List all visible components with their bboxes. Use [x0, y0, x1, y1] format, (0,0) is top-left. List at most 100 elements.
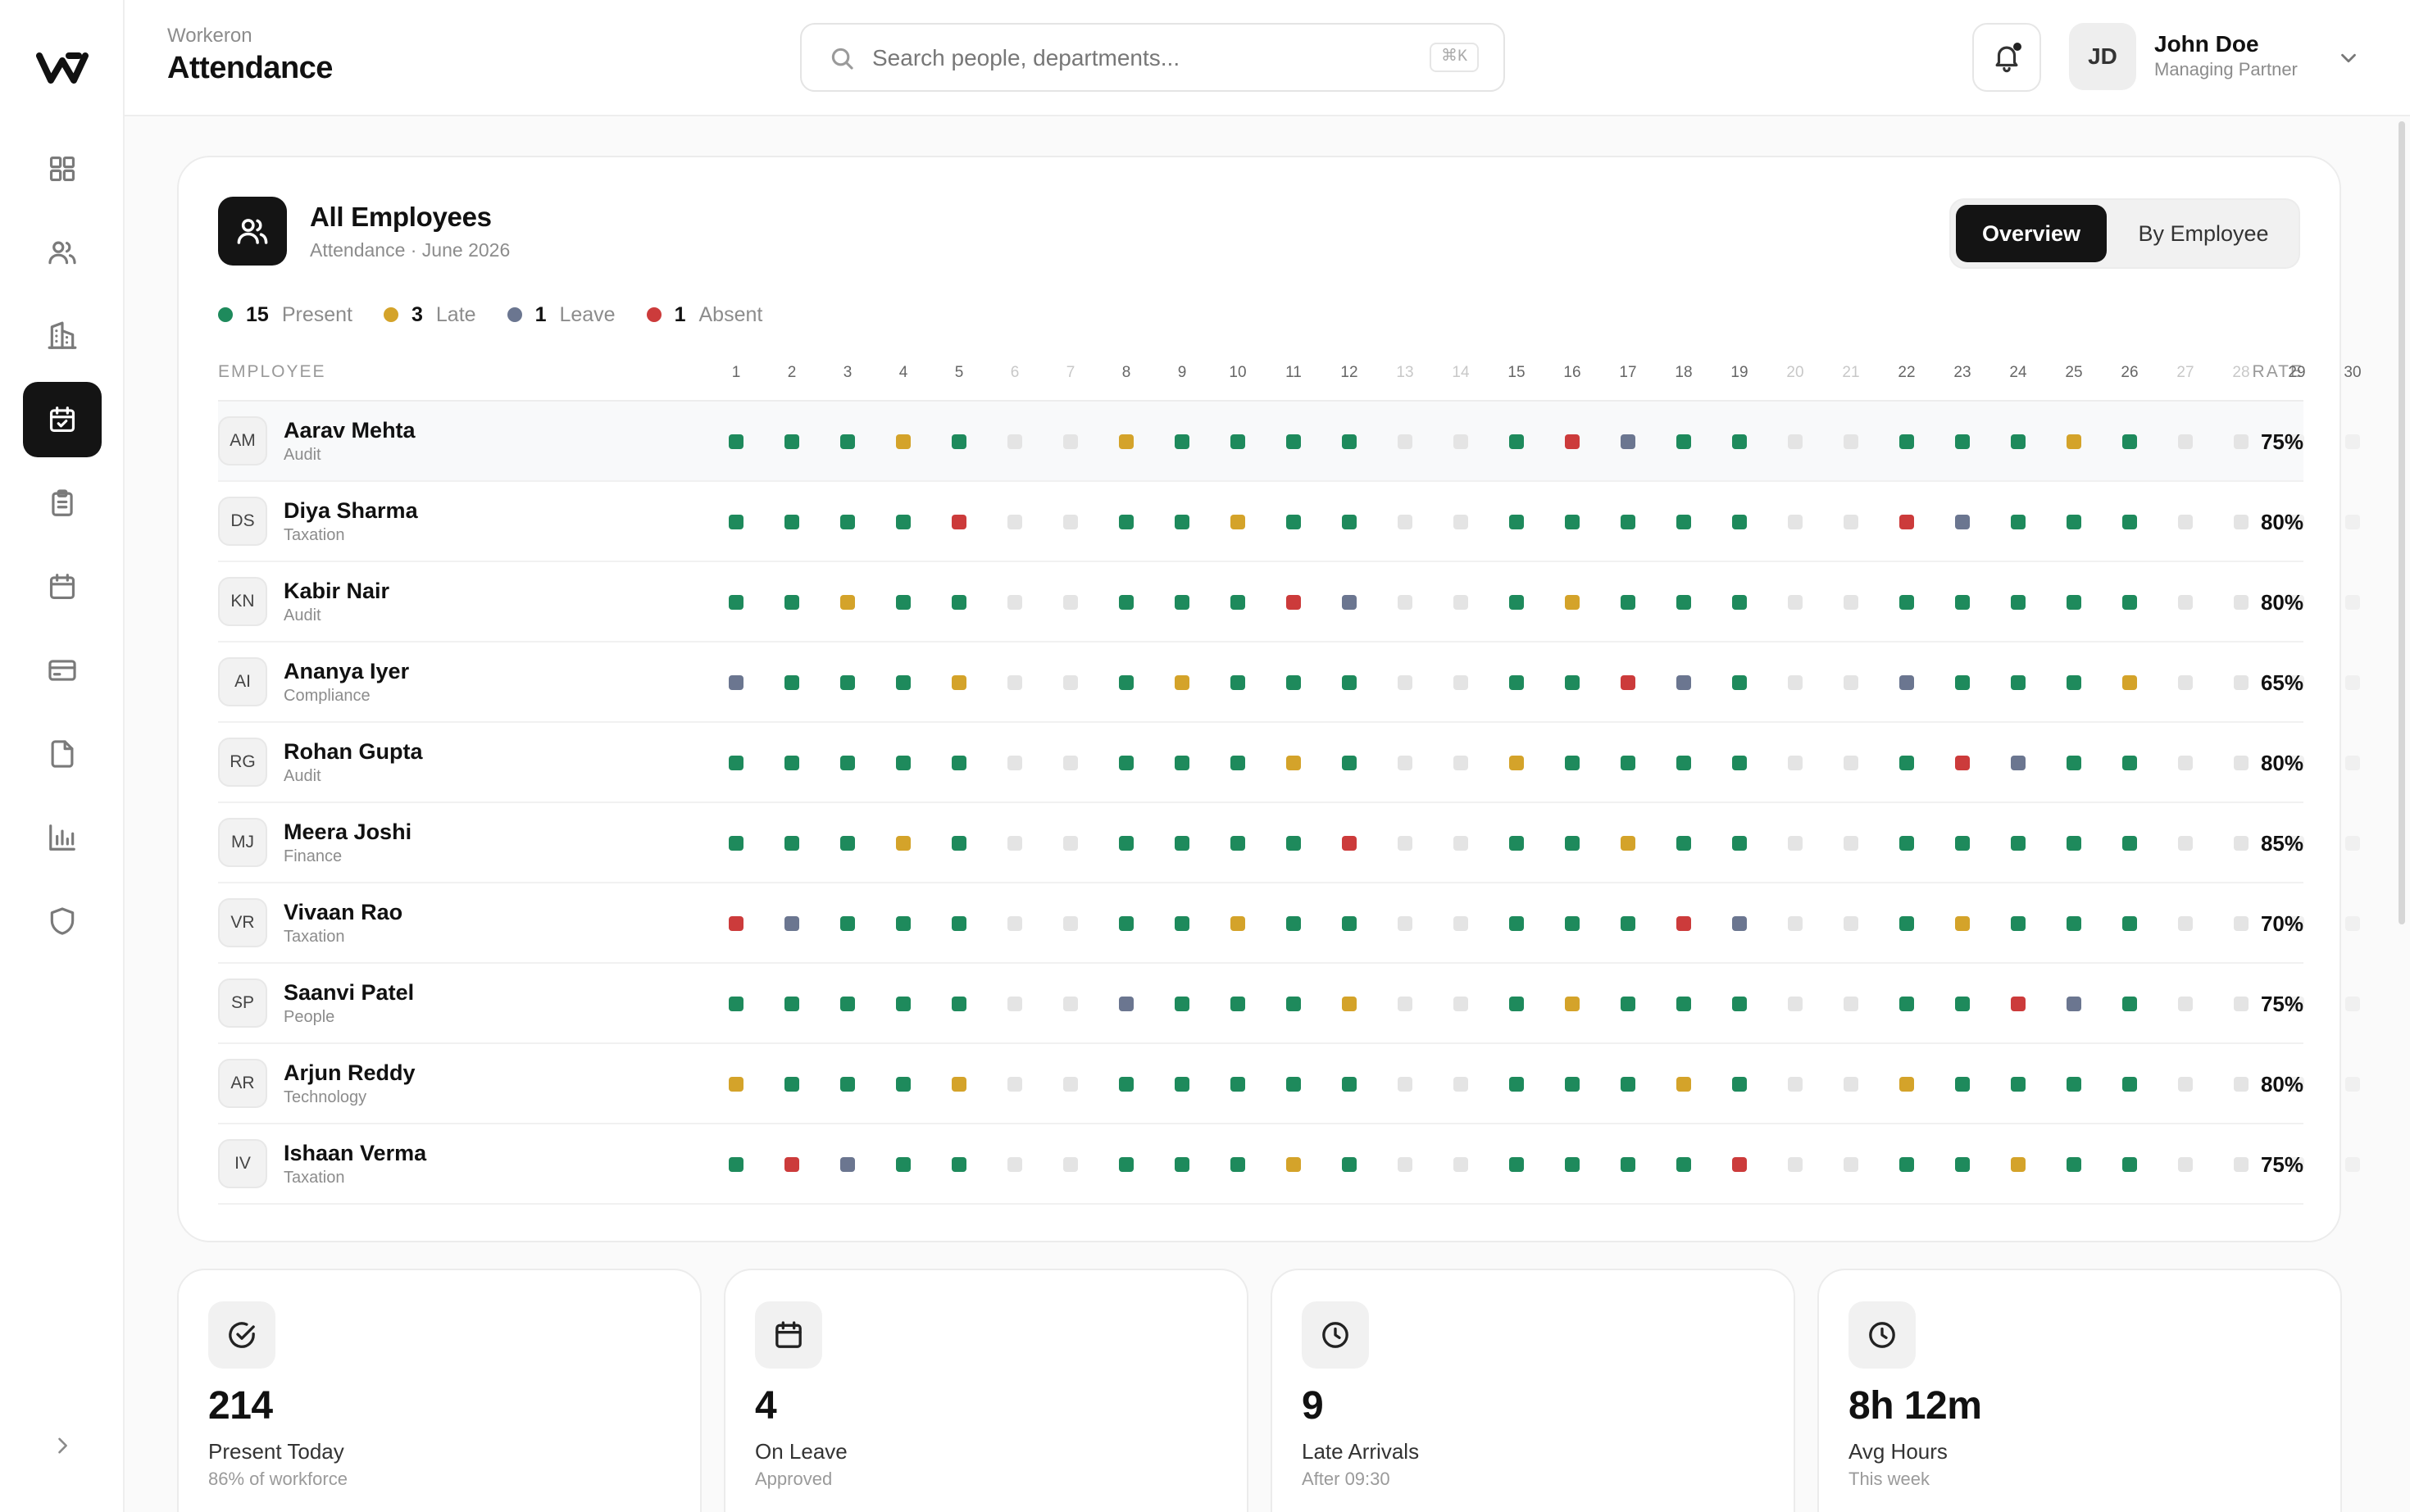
attendance-cell-day-20[interactable]: [1788, 515, 1803, 529]
attendance-cell-day-21[interactable]: [1844, 595, 1858, 610]
attendance-cell-day-15[interactable]: [1509, 1077, 1524, 1092]
attendance-cell-day-9[interactable]: [1175, 675, 1189, 690]
attendance-cell-day-14[interactable]: [1453, 1157, 1468, 1172]
attendance-cell-day-26[interactable]: [2122, 434, 2137, 449]
attendance-cell-day-6[interactable]: [1007, 756, 1022, 770]
attendance-cell-day-21[interactable]: [1844, 1157, 1858, 1172]
attendance-cell-day-14[interactable]: [1453, 675, 1468, 690]
attendance-cell-day-23[interactable]: [1955, 756, 1970, 770]
attendance-cell-day-18[interactable]: [1676, 434, 1691, 449]
attendance-cell-day-13[interactable]: [1398, 836, 1412, 851]
attendance-cell-day-14[interactable]: [1453, 595, 1468, 610]
employee-row[interactable]: IV Ishaan Verma Taxation 75%: [218, 1124, 2360, 1205]
attendance-cell-day-9[interactable]: [1175, 595, 1189, 610]
attendance-cell-day-27[interactable]: [2178, 916, 2193, 931]
attendance-cell-day-16[interactable]: [1565, 997, 1580, 1011]
attendance-cell-day-8[interactable]: [1119, 515, 1134, 529]
employee-name[interactable]: Aarav Mehta: [284, 418, 416, 443]
attendance-cell-day-22[interactable]: [1899, 916, 1914, 931]
attendance-cell-day-18[interactable]: [1676, 756, 1691, 770]
attendance-cell-day-21[interactable]: [1844, 675, 1858, 690]
attendance-cell-day-2[interactable]: [784, 515, 799, 529]
attendance-cell-day-30[interactable]: [2345, 1157, 2360, 1172]
attendance-cell-day-19[interactable]: [1732, 675, 1747, 690]
attendance-cell-day-6[interactable]: [1007, 595, 1022, 610]
attendance-cell-day-23[interactable]: [1955, 434, 1970, 449]
attendance-cell-day-7[interactable]: [1063, 1157, 1078, 1172]
attendance-cell-day-13[interactable]: [1398, 756, 1412, 770]
workeron-logo-icon[interactable]: [36, 48, 89, 87]
attendance-cell-day-8[interactable]: [1119, 1157, 1134, 1172]
employee-name[interactable]: Ishaan Verma: [284, 1141, 426, 1166]
attendance-cell-day-23[interactable]: [1955, 836, 1970, 851]
attendance-cell-day-2[interactable]: [784, 1077, 799, 1092]
attendance-cell-day-9[interactable]: [1175, 997, 1189, 1011]
attendance-cell-day-1[interactable]: [729, 836, 743, 851]
attendance-cell-day-9[interactable]: [1175, 515, 1189, 529]
attendance-cell-day-7[interactable]: [1063, 916, 1078, 931]
attendance-cell-day-20[interactable]: [1788, 675, 1803, 690]
attendance-cell-day-7[interactable]: [1063, 756, 1078, 770]
attendance-cell-day-23[interactable]: [1955, 1157, 1970, 1172]
attendance-cell-day-13[interactable]: [1398, 1157, 1412, 1172]
attendance-cell-day-8[interactable]: [1119, 595, 1134, 610]
attendance-cell-day-5[interactable]: [952, 1157, 966, 1172]
nav-attendance[interactable]: [23, 382, 102, 457]
attendance-cell-day-19[interactable]: [1732, 1077, 1747, 1092]
attendance-cell-day-6[interactable]: [1007, 675, 1022, 690]
attendance-cell-day-8[interactable]: [1119, 1077, 1134, 1092]
attendance-cell-day-24[interactable]: [2011, 675, 2026, 690]
tab-by-employee[interactable]: By Employee: [2113, 205, 2294, 262]
attendance-cell-day-24[interactable]: [2011, 836, 2026, 851]
attendance-cell-day-25[interactable]: [2067, 997, 2081, 1011]
attendance-cell-day-2[interactable]: [784, 756, 799, 770]
attendance-cell-day-16[interactable]: [1565, 675, 1580, 690]
attendance-cell-day-7[interactable]: [1063, 595, 1078, 610]
employee-row[interactable]: MJ Meera Joshi Finance 85%: [218, 803, 2360, 883]
attendance-cell-day-4[interactable]: [896, 1077, 911, 1092]
attendance-cell-day-7[interactable]: [1063, 1077, 1078, 1092]
search-input[interactable]: [872, 41, 1380, 75]
tab-overview[interactable]: Overview: [1956, 205, 2107, 262]
attendance-cell-day-2[interactable]: [784, 836, 799, 851]
attendance-cell-day-3[interactable]: [840, 595, 855, 610]
attendance-cell-day-27[interactable]: [2178, 595, 2193, 610]
attendance-cell-day-12[interactable]: [1342, 1157, 1357, 1172]
attendance-cell-day-6[interactable]: [1007, 1157, 1022, 1172]
employee-name[interactable]: Meera Joshi: [284, 820, 412, 845]
attendance-cell-day-5[interactable]: [952, 675, 966, 690]
attendance-cell-day-26[interactable]: [2122, 916, 2137, 931]
attendance-cell-day-17[interactable]: [1621, 595, 1635, 610]
search-box[interactable]: ⌘K: [800, 23, 1505, 92]
attendance-cell-day-27[interactable]: [2178, 434, 2193, 449]
attendance-cell-day-1[interactable]: [729, 997, 743, 1011]
attendance-cell-day-19[interactable]: [1732, 515, 1747, 529]
attendance-cell-day-30[interactable]: [2345, 997, 2360, 1011]
attendance-cell-day-21[interactable]: [1844, 1077, 1858, 1092]
employee-row[interactable]: DS Diya Sharma Taxation 80%: [218, 482, 2360, 562]
attendance-cell-day-11[interactable]: [1286, 595, 1301, 610]
attendance-cell-day-17[interactable]: [1621, 836, 1635, 851]
attendance-cell-day-1[interactable]: [729, 916, 743, 931]
attendance-cell-day-30[interactable]: [2345, 515, 2360, 529]
attendance-cell-day-10[interactable]: [1230, 515, 1245, 529]
attendance-cell-day-1[interactable]: [729, 756, 743, 770]
attendance-cell-day-3[interactable]: [840, 916, 855, 931]
attendance-cell-day-27[interactable]: [2178, 675, 2193, 690]
attendance-cell-day-12[interactable]: [1342, 434, 1357, 449]
attendance-cell-day-19[interactable]: [1732, 434, 1747, 449]
attendance-cell-day-26[interactable]: [2122, 515, 2137, 529]
attendance-cell-day-2[interactable]: [784, 595, 799, 610]
employee-name[interactable]: Kabir Nair: [284, 579, 389, 604]
attendance-cell-day-6[interactable]: [1007, 434, 1022, 449]
attendance-cell-day-6[interactable]: [1007, 916, 1022, 931]
nav-tasks[interactable]: [23, 465, 102, 541]
attendance-cell-day-14[interactable]: [1453, 434, 1468, 449]
stat-card-leave[interactable]: 4 On Leave Approved: [724, 1269, 1248, 1512]
attendance-cell-day-27[interactable]: [2178, 997, 2193, 1011]
attendance-cell-day-1[interactable]: [729, 1077, 743, 1092]
attendance-cell-day-12[interactable]: [1342, 916, 1357, 931]
attendance-cell-day-5[interactable]: [952, 756, 966, 770]
attendance-cell-day-10[interactable]: [1230, 916, 1245, 931]
attendance-cell-day-18[interactable]: [1676, 1077, 1691, 1092]
